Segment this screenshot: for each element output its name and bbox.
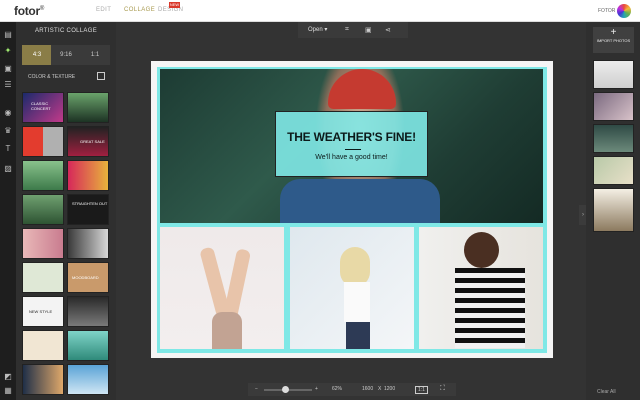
canvas-height[interactable]: 1200 — [384, 386, 395, 392]
zoom-level: 62% — [332, 386, 343, 392]
text-icon[interactable]: T — [3, 144, 13, 154]
template-thumb[interactable]: GREAT SALE — [67, 126, 109, 157]
photo-thumb[interactable] — [593, 60, 634, 89]
template-thumb[interactable]: STRAIGHTEN OUT — [67, 194, 109, 225]
crop-icon[interactable]: ⌗ — [345, 26, 349, 34]
headline-divider — [345, 149, 361, 150]
photo-thumb[interactable] — [593, 156, 634, 185]
template-thumb[interactable] — [67, 296, 109, 327]
import-label: IMPORT PHOTOS — [596, 38, 631, 43]
actual-size-button[interactable]: 1:1 — [415, 386, 428, 394]
subline-text[interactable]: We'll have a good time! — [276, 154, 427, 161]
template-thumb[interactable] — [22, 262, 64, 293]
striped-sweater — [455, 268, 525, 348]
template-thumb[interactable] — [22, 160, 64, 191]
background-icon[interactable]: ◩ — [3, 372, 13, 382]
save-icon[interactable]: ▣ — [365, 26, 372, 34]
fullscreen-icon[interactable]: ⛶ — [440, 385, 445, 393]
sticker-icon[interactable]: ◉ — [3, 108, 13, 118]
photo-thumb[interactable] — [593, 124, 634, 153]
template-thumb[interactable]: MOODBOARD — [67, 262, 109, 293]
zoom-out-button[interactable]: − — [255, 386, 258, 392]
top-bar: fotor® EDIT COLLAGE DESIGN NEW FOTOR — [0, 0, 640, 22]
template-thumb[interactable] — [22, 194, 64, 225]
new-badge: NEW — [169, 2, 180, 8]
ratio-9-16[interactable]: 9:16 — [51, 45, 81, 65]
zoom-in-button[interactable]: + — [315, 386, 318, 392]
photo-cell-1[interactable] — [160, 227, 284, 349]
man-head — [464, 232, 499, 268]
template-thumb[interactable] — [67, 92, 109, 123]
color-texture-label: COLOR & TEXTURE — [28, 74, 76, 80]
blonde-hair — [340, 247, 370, 287]
panel-title: ARTISTIC COLLAGE — [34, 28, 98, 34]
artistic-collage-icon[interactable]: ✦ — [3, 46, 13, 56]
plus-icon: + — [610, 27, 617, 38]
photo-cell-2[interactable] — [290, 227, 414, 349]
layout-icon[interactable]: ▤ — [3, 30, 13, 40]
photo-thumb[interactable] — [593, 188, 634, 232]
clear-all-button[interactable]: Clear All — [597, 389, 616, 395]
template-thumb[interactable] — [67, 330, 109, 361]
template-thumb[interactable]: CLASSIC CONCERT — [22, 92, 64, 123]
template-thumb[interactable]: NEW STYLE — [22, 296, 64, 327]
headline-text[interactable]: THE WEATHER'S FINE! — [276, 130, 427, 144]
texture-toggle-icon[interactable] — [97, 72, 105, 80]
brand-logo-icon[interactable] — [617, 4, 631, 18]
pattern-icon[interactable]: ▨ — [3, 164, 13, 174]
open-button[interactable]: Open ▾ — [308, 26, 327, 33]
share-icon[interactable]: ⋖ — [385, 26, 391, 34]
template-thumb[interactable] — [67, 228, 109, 259]
jeans — [346, 322, 370, 349]
template-thumb[interactable] — [22, 228, 64, 259]
photo-thumb[interactable] — [593, 92, 634, 121]
nav-edit[interactable]: EDIT — [96, 7, 111, 13]
photo-icon[interactable]: ▣ — [3, 64, 13, 74]
template-thumb[interactable] — [22, 364, 64, 395]
import-photos-button[interactable]: + IMPORT PHOTOS — [593, 27, 634, 53]
person-back — [212, 312, 242, 349]
template-thumb[interactable] — [22, 126, 64, 157]
template-thumb[interactable] — [67, 364, 109, 395]
template-thumb[interactable] — [22, 330, 64, 361]
brand-label: FOTOR — [598, 8, 616, 14]
canvas-width[interactable]: 1600 — [362, 386, 373, 392]
white-top — [344, 282, 370, 322]
template-thumb[interactable] — [67, 160, 109, 191]
ratio-1-1[interactable]: 1:1 — [80, 45, 110, 65]
dimension-separator: X — [378, 386, 382, 392]
zoom-slider-knob[interactable] — [282, 386, 289, 393]
raised-arm — [222, 248, 252, 320]
nav-collage[interactable]: COLLAGE — [124, 7, 155, 13]
grid-icon[interactable]: ▦ — [3, 386, 13, 396]
menu-lines-icon[interactable]: ☰ — [3, 80, 13, 90]
fotor-logo[interactable]: fotor® — [14, 4, 44, 18]
headline-textbox[interactable]: THE WEATHER'S FINE! We'll have a good ti… — [275, 111, 428, 177]
denim-jacket — [280, 179, 440, 223]
crown-icon[interactable]: ♛ — [3, 126, 13, 136]
ratio-4-3[interactable]: 4:3 — [22, 45, 52, 65]
left-tool-strip: ▤ ✦ ▣ ☰ ◉ ♛ T ▨ ◩ ▦ — [0, 22, 16, 400]
